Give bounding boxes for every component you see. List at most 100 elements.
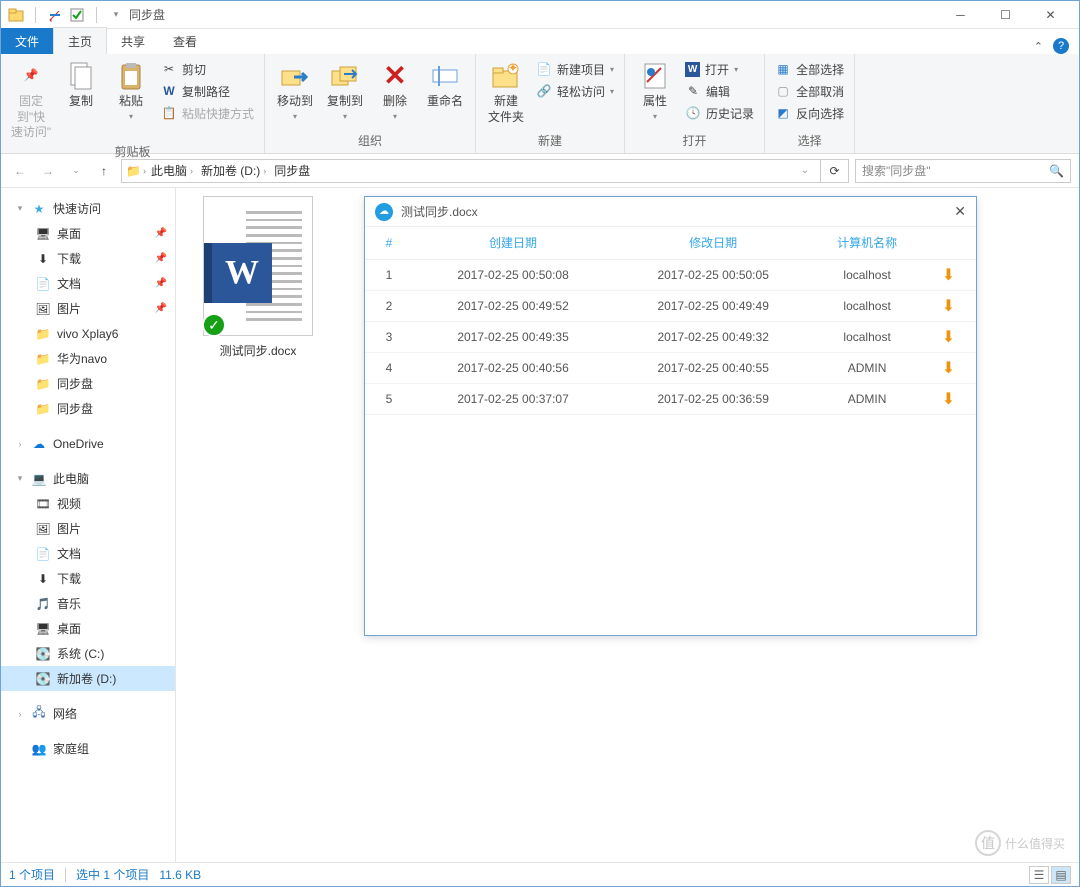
word-icon: W bbox=[212, 243, 272, 303]
tree-quick-item[interactable]: 📁同步盘 bbox=[1, 371, 175, 396]
breadcrumb[interactable]: 📁 › 此电脑› 新加卷 (D:)› 同步盘 ⌄ bbox=[121, 159, 821, 183]
breadcrumb-thispc: 此电脑› bbox=[148, 162, 196, 179]
panel-title: 测试同步.docx bbox=[401, 203, 478, 220]
new-folder-button[interactable]: ✦新建 文件夹 bbox=[482, 58, 530, 125]
new-item-button[interactable]: 📄新建项目 ▾ bbox=[532, 58, 618, 80]
tree-onedrive[interactable]: ›☁OneDrive bbox=[1, 431, 175, 456]
download-icon[interactable]: ⬇ bbox=[942, 267, 955, 284]
nav-up-button[interactable]: ↑ bbox=[93, 160, 115, 182]
tree-pc-item[interactable]: 🖼图片 bbox=[1, 516, 175, 541]
download-icon[interactable]: ⬇ bbox=[942, 298, 955, 315]
download-icon[interactable]: ⬇ bbox=[942, 329, 955, 346]
nav-forward-button[interactable]: → bbox=[37, 160, 59, 182]
tree-homegroup[interactable]: 👥家庭组 bbox=[1, 736, 175, 761]
tree-quick-item[interactable]: ⬇下载📌 bbox=[1, 246, 175, 271]
select-all-button[interactable]: ▦全部选择 bbox=[771, 58, 848, 80]
col-computer[interactable]: 计算机名称 bbox=[813, 227, 921, 259]
folder-icon: 📁 bbox=[126, 164, 141, 178]
copy-to-button[interactable]: 复制到▾ bbox=[321, 58, 369, 122]
collapse-ribbon-icon[interactable]: ⌃ bbox=[1034, 40, 1043, 53]
view-details-button[interactable]: ☰ bbox=[1029, 866, 1049, 884]
nav-recent-button[interactable]: ⌄ bbox=[65, 160, 87, 182]
search-box[interactable]: 搜索"同步盘" 🔍 bbox=[855, 159, 1071, 183]
nav-back-button[interactable]: ← bbox=[9, 160, 31, 182]
easy-access-button[interactable]: 🔗轻松访问 ▾ bbox=[532, 80, 618, 102]
minimize-button[interactable]: ─ bbox=[938, 1, 983, 29]
tree-quick-item[interactable]: 📁vivo Xplay6 bbox=[1, 321, 175, 346]
refresh-button[interactable]: ⟳ bbox=[821, 159, 849, 183]
delete-button[interactable]: ✕删除▾ bbox=[371, 58, 419, 122]
qat-dropdown-icon[interactable]: ▾ bbox=[107, 6, 125, 24]
status-size: 11.6 KB bbox=[159, 868, 201, 882]
qat-properties-icon[interactable] bbox=[46, 6, 64, 24]
download-icon[interactable]: ⬇ bbox=[942, 360, 955, 377]
maximize-button[interactable]: ☐ bbox=[983, 1, 1028, 29]
file-name: 测试同步.docx bbox=[188, 342, 328, 359]
tree-pc-item[interactable]: 🖥桌面 bbox=[1, 616, 175, 641]
pin-to-quickaccess-button[interactable]: 📌固定到"快 速访问" bbox=[7, 58, 55, 141]
tree-quick-item[interactable]: 📄文档📌 bbox=[1, 271, 175, 296]
ribbon-group-organize: 移动到▾ 复制到▾ ✕删除▾ 重命名 组织 bbox=[265, 54, 476, 153]
copy-button[interactable]: 复制 bbox=[57, 58, 105, 110]
tree-pc-item[interactable]: 💽系统 (C:) bbox=[1, 641, 175, 666]
col-created[interactable]: 创建日期 bbox=[413, 227, 613, 259]
tree-pc-item[interactable]: ⬇下载 bbox=[1, 566, 175, 591]
col-modified[interactable]: 修改日期 bbox=[613, 227, 813, 259]
edit-button[interactable]: ✎编辑 bbox=[681, 80, 758, 102]
open-button[interactable]: W打开 ▾ bbox=[681, 58, 758, 80]
breadcrumb-dropdown-icon[interactable]: ⌄ bbox=[794, 160, 816, 182]
tree-quick-item[interactable]: 📁同步盘 bbox=[1, 396, 175, 421]
tree-pc-item[interactable]: 🎵音乐 bbox=[1, 591, 175, 616]
ribbon-group-new: ✦新建 文件夹 📄新建项目 ▾ 🔗轻松访问 ▾ 新建 bbox=[476, 54, 625, 153]
select-none-button[interactable]: ▢全部取消 bbox=[771, 80, 848, 102]
tree-network[interactable]: ›🖧网络 bbox=[1, 701, 175, 726]
col-num[interactable]: # bbox=[365, 227, 413, 259]
move-to-button[interactable]: 移动到▾ bbox=[271, 58, 319, 122]
table-row[interactable]: 32017-02-25 00:49:352017-02-25 00:49:32l… bbox=[365, 321, 976, 352]
file-tile[interactable]: W ✓ 测试同步.docx bbox=[188, 196, 328, 359]
group-label-open: 打开 bbox=[631, 130, 758, 151]
window-title: 同步盘 bbox=[129, 6, 165, 23]
tree-pc-item[interactable]: 🎞视频 bbox=[1, 491, 175, 516]
paste-shortcut-button[interactable]: 📋粘贴快捷方式 bbox=[157, 102, 258, 124]
tree-pc-item[interactable]: 💽新加卷 (D:) bbox=[1, 666, 175, 691]
tab-share[interactable]: 共享 bbox=[107, 28, 159, 54]
table-row[interactable]: 42017-02-25 00:40:562017-02-25 00:40:55A… bbox=[365, 352, 976, 383]
download-icon[interactable]: ⬇ bbox=[942, 391, 955, 408]
status-item-count: 1 个项目 bbox=[9, 866, 55, 883]
table-row[interactable]: 12017-02-25 00:50:082017-02-25 00:50:05l… bbox=[365, 259, 976, 290]
tree-pc-item[interactable]: 📄文档 bbox=[1, 541, 175, 566]
history-button[interactable]: 🕓历史记录 bbox=[681, 102, 758, 124]
tab-file[interactable]: 文件 bbox=[1, 28, 53, 54]
tree-quick-item[interactable]: 🖼图片📌 bbox=[1, 296, 175, 321]
properties-button[interactable]: 属性▾ bbox=[631, 58, 679, 122]
help-icon[interactable]: ? bbox=[1053, 38, 1069, 54]
tree-quick-item[interactable]: 📁华为navo bbox=[1, 346, 175, 371]
title-bar: ▾ 同步盘 ─ ☐ ✕ bbox=[1, 1, 1079, 29]
ribbon-tab-row: 文件 主页 共享 查看 ⌃ ? bbox=[1, 29, 1079, 54]
cut-button[interactable]: ✂剪切 bbox=[157, 58, 258, 80]
paste-button[interactable]: 粘贴▾ bbox=[107, 58, 155, 122]
address-bar: ← → ⌄ ↑ 📁 › 此电脑› 新加卷 (D:)› 同步盘 ⌄ ⟳ 搜索"同步… bbox=[1, 154, 1079, 188]
rename-button[interactable]: 重命名 bbox=[421, 58, 469, 110]
tree-this-pc[interactable]: ▾💻此电脑 bbox=[1, 466, 175, 491]
panel-close-button[interactable]: ✕ bbox=[954, 203, 966, 220]
search-icon[interactable]: 🔍 bbox=[1049, 164, 1064, 178]
table-row[interactable]: 52017-02-25 00:37:072017-02-25 00:36:59A… bbox=[365, 383, 976, 414]
svg-text:✦: ✦ bbox=[508, 63, 518, 75]
close-button[interactable]: ✕ bbox=[1028, 1, 1073, 29]
breadcrumb-folder: 同步盘 bbox=[271, 162, 313, 179]
view-icons-button[interactable]: ▤ bbox=[1051, 866, 1071, 884]
table-row[interactable]: 22017-02-25 00:49:522017-02-25 00:49:49l… bbox=[365, 290, 976, 321]
ribbon-group-clipboard: 📌固定到"快 速访问" 复制 粘贴▾ ✂剪切 W复制路径 📋粘贴快捷方式 剪贴板 bbox=[1, 54, 265, 153]
tab-view[interactable]: 查看 bbox=[159, 28, 211, 54]
breadcrumb-volume: 新加卷 (D:)› bbox=[198, 162, 269, 179]
group-label-new: 新建 bbox=[482, 130, 618, 151]
qat-checkbox-icon[interactable] bbox=[68, 6, 86, 24]
copy-path-button[interactable]: W复制路径 bbox=[157, 80, 258, 102]
tab-home[interactable]: 主页 bbox=[53, 27, 107, 54]
tree-quick-item[interactable]: 🖥桌面📌 bbox=[1, 221, 175, 246]
tree-quick-access[interactable]: ▾★快速访问 bbox=[1, 196, 175, 221]
invert-selection-button[interactable]: ◩反向选择 bbox=[771, 102, 848, 124]
version-history-panel: ☁ 测试同步.docx ✕ # 创建日期 修改日期 计算机名称 12017-02… bbox=[364, 196, 977, 636]
